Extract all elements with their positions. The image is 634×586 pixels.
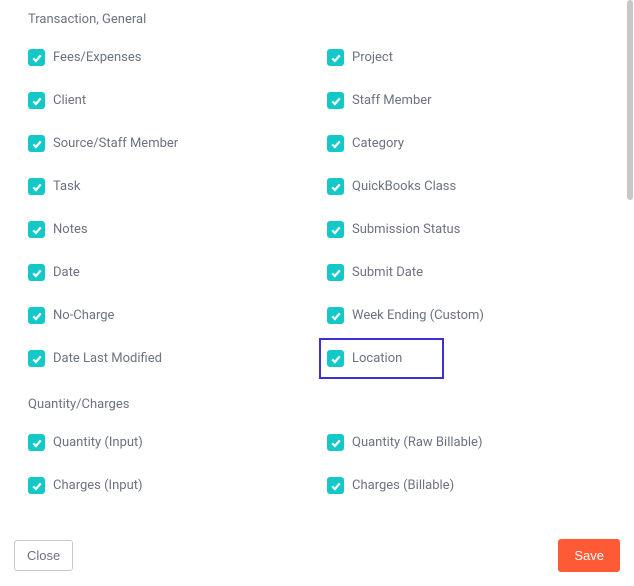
checkbox-label-charges-billable: Charges (Billable) [352, 478, 454, 493]
checkbox-label-submit-date: Submit Date [352, 265, 423, 280]
checkbox-date[interactable] [28, 264, 45, 281]
check-icon [31, 353, 43, 365]
checkbox-item-location[interactable]: Location [319, 338, 444, 379]
check-icon [330, 138, 342, 150]
checkbox-category[interactable] [327, 135, 344, 152]
quantity-grid: Quantity (Input) Quantity (Raw Billable) C… [28, 434, 606, 494]
checkbox-label-source-staff-member: Source/Staff Member [53, 136, 178, 151]
checkbox-item-no-charge[interactable]: No-Charge [28, 307, 307, 324]
check-icon [31, 52, 43, 64]
checkbox-label-location: Location [352, 351, 402, 366]
section-title-transaction: Transaction, General [28, 12, 606, 27]
check-icon [330, 437, 342, 449]
scrollbar-track [626, 0, 634, 540]
checkbox-submit-date[interactable] [327, 264, 344, 281]
checkbox-submission-status[interactable] [327, 221, 344, 238]
check-icon [31, 95, 43, 107]
checkbox-label-quantity-input: Quantity (Input) [53, 435, 143, 450]
checkbox-item-charges-billable[interactable]: Charges (Billable) [327, 477, 606, 494]
checkbox-label-notes: Notes [53, 222, 88, 237]
check-icon [330, 267, 342, 279]
check-icon [330, 310, 342, 322]
checkbox-task[interactable] [28, 178, 45, 195]
checkbox-week-ending-custom[interactable] [327, 307, 344, 324]
checkbox-project[interactable] [327, 49, 344, 66]
save-button[interactable]: Save [558, 539, 620, 572]
checkbox-item-notes[interactable]: Notes [28, 221, 307, 238]
checkbox-item-quantity-input[interactable]: Quantity (Input) [28, 434, 307, 451]
checkbox-label-charges-input: Charges (Input) [53, 478, 143, 493]
checkbox-item-date[interactable]: Date [28, 264, 307, 281]
section-title-quantity: Quantity/Charges [28, 397, 606, 412]
checkbox-charges-billable[interactable] [327, 477, 344, 494]
checkbox-item-quickbooks-class[interactable]: QuickBooks Class [327, 178, 606, 195]
checkbox-item-source-staff-member[interactable]: Source/Staff Member [28, 135, 307, 152]
checkbox-staff-member[interactable] [327, 92, 344, 109]
checkbox-label-submission-status: Submission Status [352, 222, 460, 237]
checkbox-notes[interactable] [28, 221, 45, 238]
scrollbar-thumb[interactable] [627, 0, 633, 200]
checkbox-label-fees-expenses: Fees/Expenses [53, 50, 141, 65]
checkbox-label-category: Category [352, 136, 404, 151]
checkbox-item-category[interactable]: Category [327, 135, 606, 152]
checkbox-source-staff-member[interactable] [28, 135, 45, 152]
checkbox-label-week-ending-custom: Week Ending (Custom) [352, 308, 484, 323]
close-button[interactable]: Close [14, 540, 73, 571]
checkbox-label-client: Client [53, 93, 86, 108]
checkbox-label-quickbooks-class: QuickBooks Class [352, 179, 456, 194]
footer: Close Save [0, 529, 634, 586]
check-icon [31, 310, 43, 322]
content-area: Transaction, General Fees/Expenses Projec… [0, 0, 634, 540]
checkbox-client[interactable] [28, 92, 45, 109]
checkbox-item-quantity-raw-billable[interactable]: Quantity (Raw Billable) [327, 434, 606, 451]
checkbox-item-project[interactable]: Project [327, 49, 606, 66]
checkbox-label-staff-member: Staff Member [352, 93, 432, 108]
checkbox-charges-input[interactable] [28, 477, 45, 494]
checkbox-location[interactable] [327, 350, 344, 367]
check-icon [31, 267, 43, 279]
checkbox-item-week-ending-custom[interactable]: Week Ending (Custom) [327, 307, 606, 324]
check-icon [330, 95, 342, 107]
checkbox-item-date-last-modified[interactable]: Date Last Modified [28, 350, 307, 367]
checkbox-item-staff-member[interactable]: Staff Member [327, 92, 606, 109]
checkbox-item-charges-input[interactable]: Charges (Input) [28, 477, 307, 494]
checkbox-item-submission-status[interactable]: Submission Status [327, 221, 606, 238]
check-icon [330, 480, 342, 492]
checkbox-label-date: Date [53, 265, 80, 280]
checkbox-item-fees-expenses[interactable]: Fees/Expenses [28, 49, 307, 66]
checkbox-no-charge[interactable] [28, 307, 45, 324]
check-icon [31, 437, 43, 449]
checkbox-label-project: Project [352, 50, 393, 65]
checkbox-item-task[interactable]: Task [28, 178, 307, 195]
check-icon [31, 480, 43, 492]
checkbox-label-task: Task [53, 179, 80, 194]
transaction-grid: Fees/Expenses Project Client Staff Member So… [28, 49, 606, 367]
check-icon [330, 353, 342, 365]
checkbox-label-date-last-modified: Date Last Modified [53, 351, 162, 366]
check-icon [330, 52, 342, 64]
checkbox-quantity-input[interactable] [28, 434, 45, 451]
checkbox-quantity-raw-billable[interactable] [327, 434, 344, 451]
check-icon [31, 181, 43, 193]
checkbox-label-quantity-raw-billable: Quantity (Raw Billable) [352, 435, 482, 450]
check-icon [31, 138, 43, 150]
checkbox-date-last-modified[interactable] [28, 350, 45, 367]
check-icon [330, 224, 342, 236]
checkbox-item-client[interactable]: Client [28, 92, 307, 109]
check-icon [31, 224, 43, 236]
checkbox-quickbooks-class[interactable] [327, 178, 344, 195]
checkbox-item-submit-date[interactable]: Submit Date [327, 264, 606, 281]
checkbox-fees-expenses[interactable] [28, 49, 45, 66]
check-icon [330, 181, 342, 193]
checkbox-label-no-charge: No-Charge [53, 308, 114, 323]
